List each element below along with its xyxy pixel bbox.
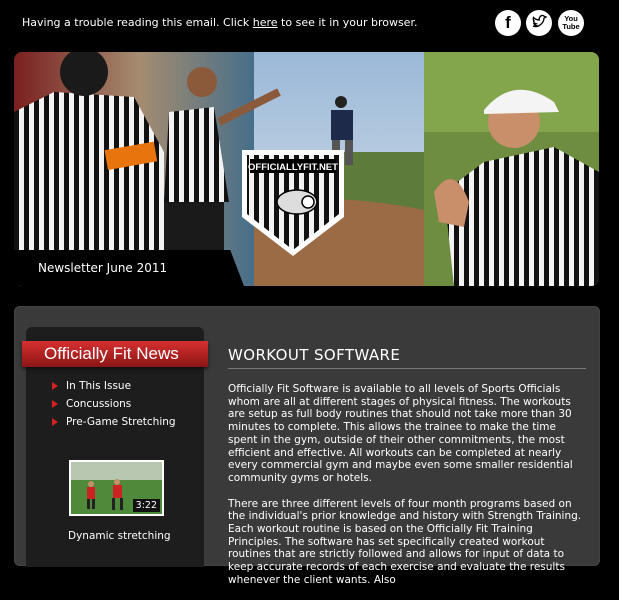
twitter-bird-glyph: [532, 14, 548, 28]
notice-prefix: Having a trouble reading this email. Cli…: [22, 16, 253, 29]
browser-view-link[interactable]: here: [253, 16, 278, 29]
article-body: Officially Fit Software is available to …: [228, 383, 588, 600]
bullet-arrow-icon: [52, 382, 58, 390]
hero-caption-strip: Newsletter June 2011: [14, 250, 244, 286]
video-thumbnail[interactable]: 3:22: [69, 460, 164, 516]
article-title: WORKOUT SOFTWARE: [228, 346, 401, 364]
sidebar-item-label: Concussions: [66, 398, 132, 410]
bullet-arrow-icon: [52, 418, 58, 426]
sidebar-header: Officially Fit News: [22, 341, 208, 367]
sidebar-item-label: In This Issue: [66, 380, 132, 392]
sidebar-item-concussions[interactable]: Concussions: [52, 395, 176, 413]
hero-banner: OFFICIALLYFIT.NET Newsletter June 2011: [14, 52, 599, 286]
video-duration: 3:22: [132, 499, 160, 512]
twitter-icon[interactable]: [526, 10, 552, 36]
sidebar-nav: In This Issue Concussions Pre-Game Stret…: [52, 377, 176, 431]
newsletter-date: Newsletter June 2011: [38, 261, 168, 275]
youtube-glyph: You Tube: [562, 14, 580, 31]
facebook-glyph: f: [505, 13, 511, 32]
article-paragraph: There are three different levels of four…: [228, 497, 582, 586]
youtube-icon[interactable]: You Tube: [558, 10, 584, 36]
video-caption: Dynamic stretching: [68, 530, 171, 542]
browser-view-notice: Having a trouble reading this email. Cli…: [22, 16, 417, 29]
sidebar-item-label: Pre-Game Stretching: [66, 416, 176, 428]
sidebar-item-in-this-issue[interactable]: In This Issue: [52, 377, 176, 395]
article-paragraph: Officially Fit Software is available to …: [228, 383, 573, 484]
logo-text: OFFICIALLYFIT.NET: [248, 162, 338, 173]
notice-suffix: to see it in your browser.: [277, 16, 418, 29]
facebook-icon[interactable]: f: [495, 10, 521, 36]
top-bar: Having a trouble reading this email. Cli…: [0, 0, 619, 48]
title-divider: [228, 368, 586, 369]
bullet-arrow-icon: [52, 400, 58, 408]
sidebar-item-pre-game-stretching[interactable]: Pre-Game Stretching: [52, 413, 176, 431]
